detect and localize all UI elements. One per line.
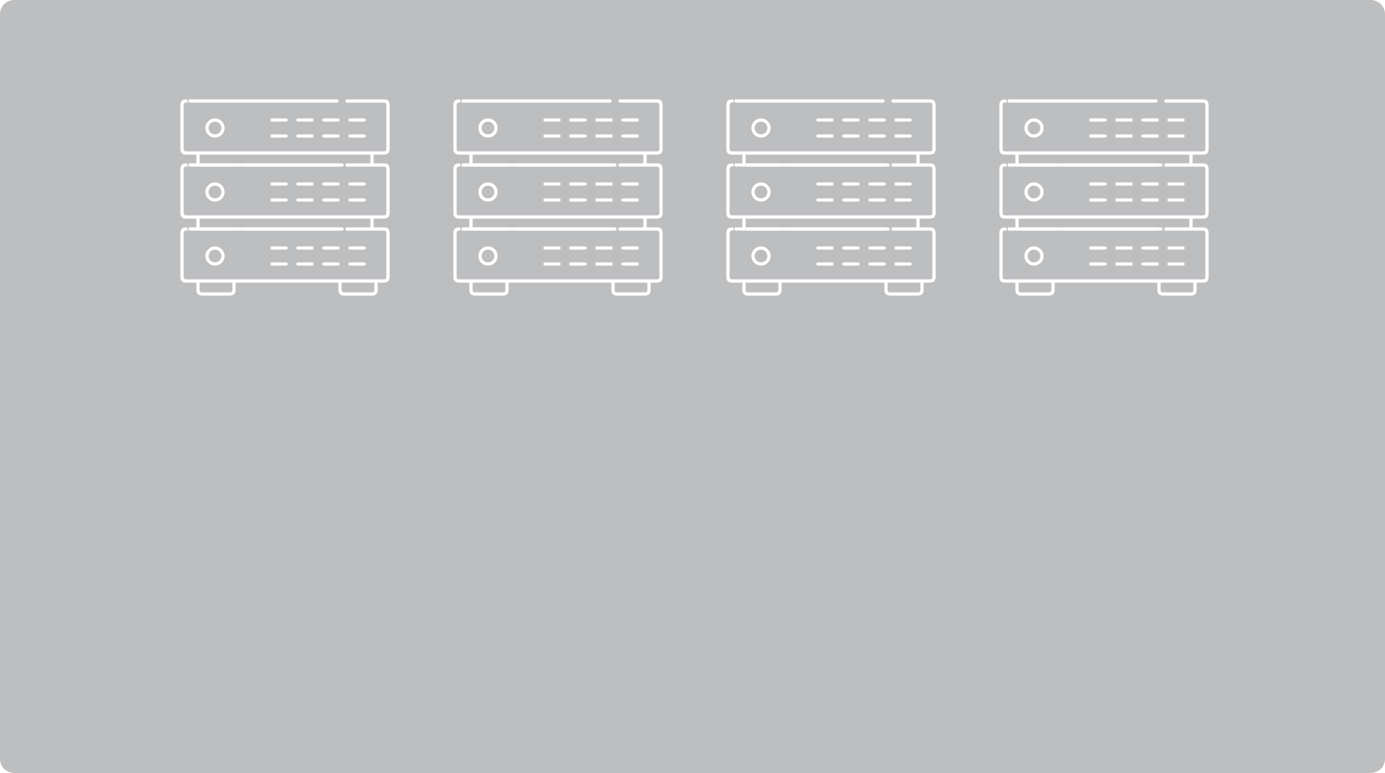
server-foot-left — [742, 279, 782, 296]
server-unit-body — [999, 227, 1209, 283]
power-indicator-icon — [751, 118, 771, 138]
server-unit-body — [180, 227, 390, 283]
server-unit — [180, 99, 390, 167]
server-unit-body — [453, 163, 663, 219]
server-foot-right — [611, 279, 651, 296]
power-indicator-icon — [205, 118, 225, 138]
server-unit — [180, 227, 390, 283]
server-unit — [453, 227, 663, 283]
power-indicator-icon — [751, 246, 771, 266]
power-indicator-icon — [478, 118, 498, 138]
server-unit — [180, 163, 390, 231]
server-foot-right — [1157, 279, 1197, 296]
power-indicator-icon — [1024, 182, 1044, 202]
server-stack-svg — [999, 99, 1209, 296]
server-unit-body — [453, 227, 663, 283]
server-unit — [999, 99, 1209, 167]
server-unit — [453, 163, 663, 231]
server-foot-right — [338, 279, 378, 296]
server-unit-body — [999, 163, 1209, 219]
server-feet — [469, 279, 651, 296]
server-feet — [1015, 279, 1197, 296]
server-feet — [196, 279, 378, 296]
power-indicator-icon — [205, 246, 225, 266]
server-unit-body — [726, 227, 936, 283]
server-unit — [453, 99, 663, 167]
power-indicator-icon — [478, 182, 498, 202]
server-unit — [726, 227, 936, 283]
server-unit-body — [180, 163, 390, 219]
server-unit — [726, 99, 936, 167]
server-unit-body — [180, 99, 390, 155]
server-rack-icon — [179, 98, 391, 300]
server-stack-svg — [726, 99, 936, 296]
server-stack-svg — [453, 99, 663, 296]
power-indicator-icon — [478, 246, 498, 266]
server-rack-icon — [452, 98, 664, 300]
server-unit-body — [726, 163, 936, 219]
server-foot-right — [884, 279, 924, 296]
server-unit — [999, 227, 1209, 283]
server-rack-icon — [725, 98, 937, 300]
server-feet — [742, 279, 924, 296]
server-unit — [999, 163, 1209, 231]
server-unit-body — [999, 99, 1209, 155]
server-foot-left — [469, 279, 509, 296]
server-stack-svg — [180, 99, 390, 296]
power-indicator-icon — [751, 182, 771, 202]
server-rack-icon — [998, 98, 1210, 300]
server-unit-body — [453, 99, 663, 155]
diagram-canvas — [0, 0, 1385, 773]
power-indicator-icon — [205, 182, 225, 202]
server-unit — [726, 163, 936, 231]
server-unit-body — [726, 99, 936, 155]
power-indicator-icon — [1024, 246, 1044, 266]
power-indicator-icon — [1024, 118, 1044, 138]
server-foot-left — [1015, 279, 1055, 296]
server-foot-left — [196, 279, 236, 296]
